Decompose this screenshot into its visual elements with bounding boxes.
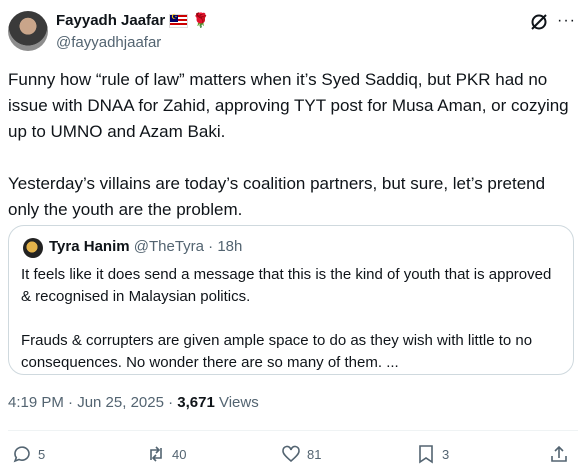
like-button[interactable]: 81: [281, 444, 321, 464]
author-avatar[interactable]: [8, 11, 48, 51]
reply-button[interactable]: 5: [12, 444, 45, 464]
quote-text: It feels like it does send a message tha…: [21, 266, 552, 371]
quote-header: Tyra Hanim @TheTyra · 18h: [49, 238, 242, 255]
quote-author-name: Tyra Hanim: [49, 238, 130, 255]
repost-button[interactable]: 40: [146, 444, 186, 464]
author-name-row: Fayyadh Jaafar 🌹: [56, 12, 210, 29]
quote-avatar[interactable]: [23, 238, 43, 258]
bookmark-icon: [419, 445, 433, 464]
divider: [8, 430, 578, 431]
reply-icon: [13, 446, 30, 463]
views-count: 3,671: [177, 394, 215, 411]
author-handle[interactable]: @fayyadhjaafar: [56, 34, 161, 51]
share-icon: [551, 445, 567, 462]
bookmark-button[interactable]: 3: [416, 444, 449, 464]
share-button[interactable]: [549, 444, 569, 464]
quote-author-meta: @TheTyra · 18h: [129, 238, 243, 255]
author-name[interactable]: Fayyadh Jaafar: [56, 12, 165, 29]
repost-icon: [150, 446, 162, 462]
malaysia-flag-icon: [169, 13, 189, 28]
post-text: Funny how “rule of law” matters when it’…: [8, 70, 569, 219]
post-timestamp[interactable]: 4:19 PM · Jun 25, 2025 ·: [8, 394, 177, 411]
action-bar: 5 40 81 3: [0, 440, 585, 464]
post-meta: 4:19 PM · Jun 25, 2025 · 3,671 Views: [8, 394, 259, 411]
like-count: 81: [307, 446, 322, 462]
reply-count: 5: [38, 446, 46, 462]
views-label: Views: [214, 394, 259, 411]
bookmark-count: 3: [442, 446, 450, 462]
rose-icon: 🌹: [192, 12, 210, 28]
like-icon: [282, 445, 300, 463]
quoted-post[interactable]: Tyra Hanim @TheTyra · 18h It feels like …: [8, 225, 574, 375]
grok-icon[interactable]: [529, 12, 549, 32]
more-icon[interactable]: ···: [557, 12, 576, 30]
repost-count: 40: [172, 446, 187, 462]
